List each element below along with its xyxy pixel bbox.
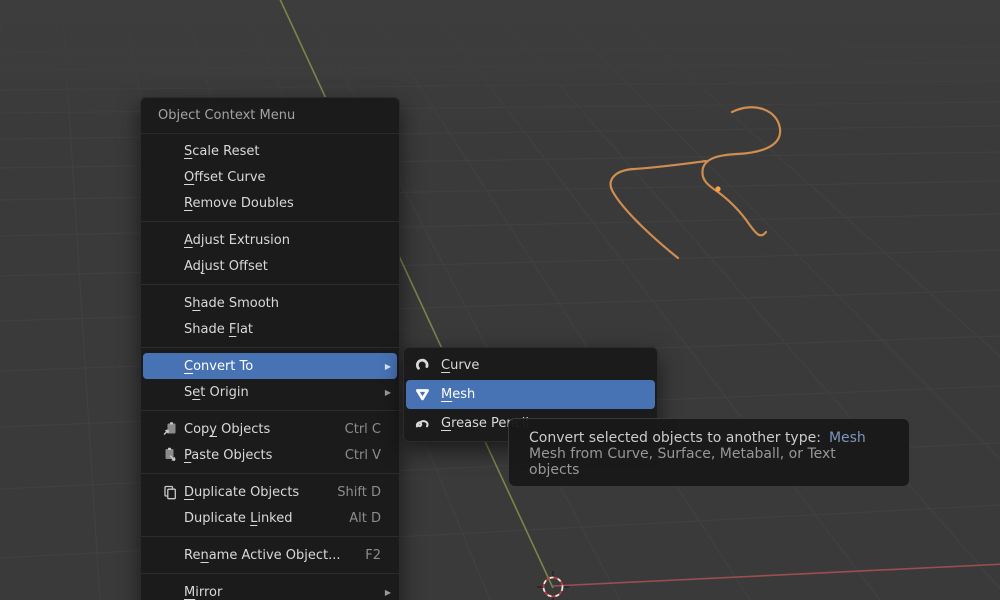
menu-item-label: Convert To bbox=[184, 359, 253, 374]
menu-item-mirror[interactable]: Mirror ▶ bbox=[143, 579, 397, 600]
menu-item-scale-reset[interactable]: Scale Reset bbox=[143, 138, 397, 164]
curve-icon bbox=[414, 357, 431, 374]
submenu-item-curve[interactable]: Curve bbox=[406, 351, 655, 380]
paste-icon bbox=[155, 447, 184, 463]
menu-item-label: Set Origin bbox=[184, 385, 249, 400]
menu-separator bbox=[141, 221, 399, 222]
menu-separator bbox=[141, 473, 399, 474]
menu-item-label: Duplicate Linked bbox=[184, 511, 293, 526]
grease-pencil-icon bbox=[414, 415, 431, 432]
menu-item-offset-curve[interactable]: Offset Curve bbox=[143, 164, 397, 190]
axis-x-red bbox=[553, 564, 1000, 586]
tooltip: Convert selected objects to another type… bbox=[508, 418, 910, 487]
menu-item-label: Adjust Offset bbox=[184, 259, 268, 274]
shortcut-label: Alt D bbox=[349, 511, 391, 526]
shortcut-label: Ctrl C bbox=[345, 422, 391, 437]
menu-item-label: Shade Flat bbox=[184, 322, 253, 337]
object-context-menu: Object Context Menu Scale Reset Offset C… bbox=[140, 97, 400, 600]
menu-item-copy-objects[interactable]: Copy Objects Ctrl C bbox=[143, 416, 397, 442]
menu-separator bbox=[141, 347, 399, 348]
menu-item-label: Adjust Extrusion bbox=[184, 233, 290, 248]
tooltip-description: Convert selected objects to another type… bbox=[529, 430, 889, 446]
menu-item-shade-smooth[interactable]: Shade Smooth bbox=[143, 290, 397, 316]
shortcut-label: F2 bbox=[365, 548, 391, 563]
menu-item-label: Offset Curve bbox=[184, 170, 266, 185]
submenu-arrow-icon: ▶ bbox=[379, 388, 391, 397]
submenu-item-label: Curve bbox=[441, 358, 479, 373]
blender-window: Object Context Menu Scale Reset Offset C… bbox=[0, 0, 1000, 600]
menu-item-label: Scale Reset bbox=[184, 144, 259, 159]
menu-item-label: Paste Objects bbox=[184, 448, 272, 463]
menu-item-label: Rename Active Object... bbox=[184, 548, 341, 563]
menu-separator bbox=[141, 573, 399, 574]
menu-item-shade-flat[interactable]: Shade Flat bbox=[143, 316, 397, 342]
shortcut-label: Ctrl V bbox=[345, 448, 391, 463]
menu-item-label: Shade Smooth bbox=[184, 296, 279, 311]
menu-item-rename-active-object[interactable]: Rename Active Object... F2 bbox=[143, 542, 397, 568]
menu-item-paste-objects[interactable]: Paste Objects Ctrl V bbox=[143, 442, 397, 468]
shortcut-label: Shift D bbox=[337, 485, 391, 500]
menu-item-label: Mirror bbox=[184, 585, 222, 600]
menu-item-label: Copy Objects bbox=[184, 422, 270, 437]
tooltip-detail: Mesh from Curve, Surface, Metaball, or T… bbox=[529, 446, 889, 478]
menu-item-set-origin[interactable]: Set Origin ▶ bbox=[143, 379, 397, 405]
submenu-arrow-icon: ▶ bbox=[379, 362, 391, 371]
menu-item-adjust-extrusion[interactable]: Adjust Extrusion bbox=[143, 227, 397, 253]
mesh-icon bbox=[414, 386, 431, 403]
menu-separator bbox=[141, 284, 399, 285]
tooltip-value: Mesh bbox=[829, 430, 866, 446]
menu-item-label: Duplicate Objects bbox=[184, 485, 299, 500]
menu-item-convert-to[interactable]: Convert To ▶ bbox=[143, 353, 397, 379]
submenu-item-mesh[interactable]: Mesh bbox=[406, 380, 655, 409]
duplicate-icon bbox=[155, 484, 184, 500]
menu-item-duplicate-objects[interactable]: Duplicate Objects Shift D bbox=[143, 479, 397, 505]
copy-icon bbox=[155, 421, 184, 437]
object-origin-dot bbox=[715, 186, 720, 191]
submenu-arrow-icon: ▶ bbox=[379, 588, 391, 597]
menu-item-adjust-offset[interactable]: Adjust Offset bbox=[143, 253, 397, 279]
submenu-item-label: Mesh bbox=[441, 387, 475, 402]
menu-item-duplicate-linked[interactable]: Duplicate Linked Alt D bbox=[143, 505, 397, 531]
menu-title: Object Context Menu bbox=[141, 98, 399, 134]
menu-separator bbox=[141, 410, 399, 411]
menu-item-label: Remove Doubles bbox=[184, 196, 294, 211]
menu-separator bbox=[141, 536, 399, 537]
menu-item-remove-doubles[interactable]: Remove Doubles bbox=[143, 190, 397, 216]
